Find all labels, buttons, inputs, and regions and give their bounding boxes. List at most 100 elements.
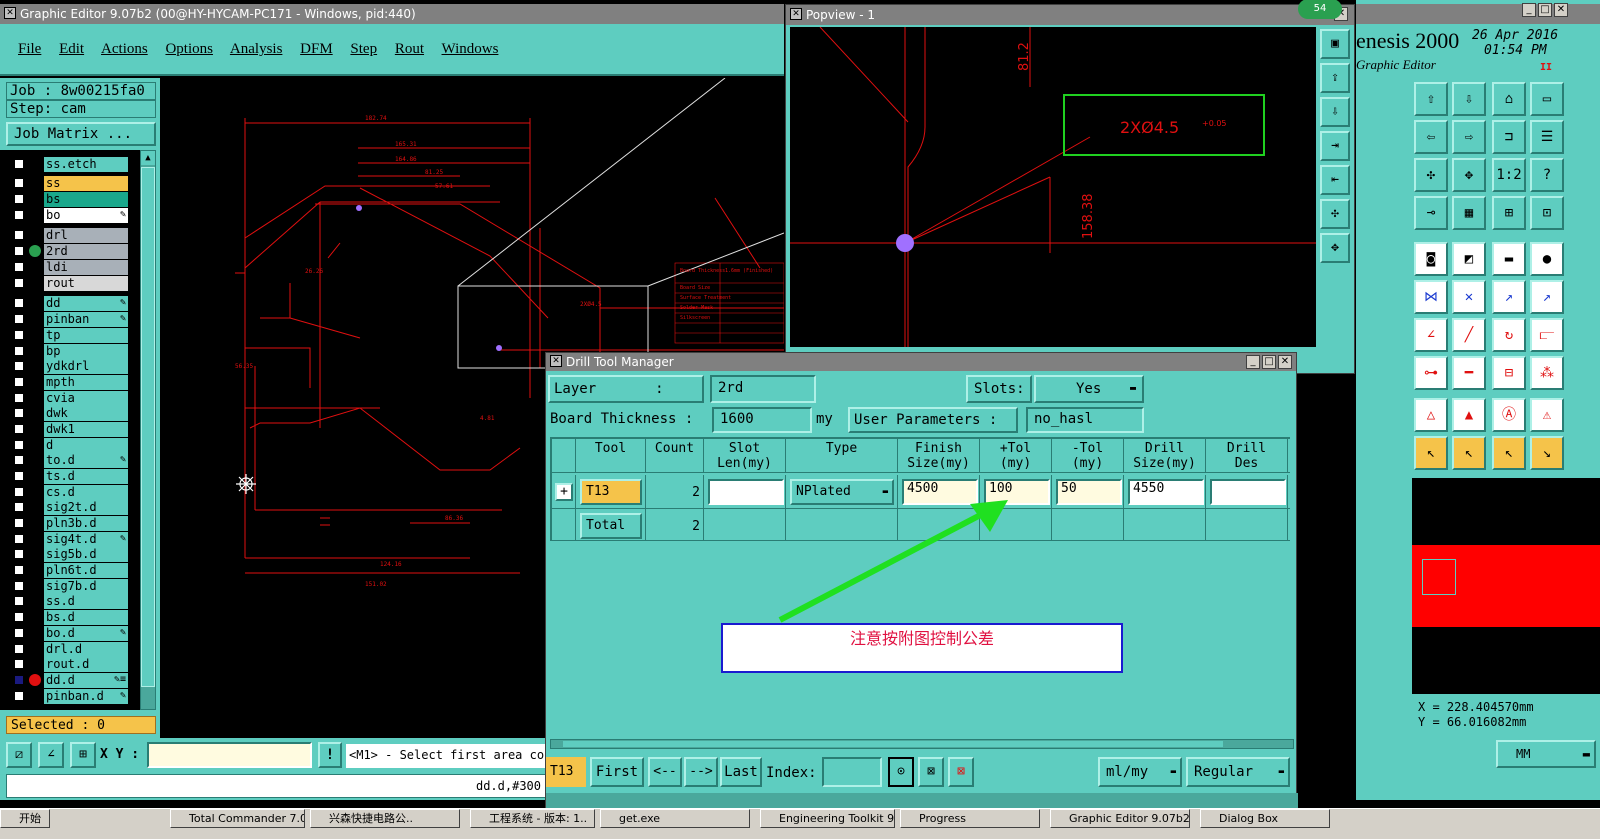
taskbar-item[interactable]: Progress [900,809,1040,828]
taskbar-item[interactable]: Engineering Toolkit 9.. [760,809,895,828]
layer-row[interactable]: ts.d [10,469,128,484]
minimize-button[interactable]: _ [1522,3,1536,17]
layer-checkbox[interactable] [14,502,24,512]
layer-checkbox[interactable] [14,581,24,591]
mini-map[interactable] [1412,545,1600,627]
taskbar-item[interactable]: Graphic Editor 9.07b2 [1050,809,1190,828]
upload-icon[interactable]: ⇪ [1320,63,1350,93]
zoom-fit-icon[interactable]: ✣ [1320,199,1350,229]
index-input[interactable] [822,757,882,787]
expand-icon[interactable]: + [555,483,573,501]
layer-row[interactable]: dd ✎ [10,296,128,311]
menu-options[interactable]: Options [165,41,213,57]
connect-icon[interactable]: ⊶ [1414,356,1448,390]
measure-icon[interactable]: ⊸ [1414,196,1448,230]
right-arrow-icon[interactable]: ⇨ [1452,120,1486,154]
pan-icon[interactable]: ✥ [1452,158,1486,192]
layer-checkbox[interactable] [14,565,24,575]
dtm-hscrollbar[interactable] [550,739,1294,749]
zoom-axis-icon[interactable]: ∠ [38,742,64,768]
layer-row[interactable]: pln3b.d [10,516,128,531]
zoom-box-icon[interactable]: ⧄ [6,742,32,768]
layer-field-value[interactable]: 2rd [710,375,816,403]
layer-checkbox[interactable] [14,408,24,418]
layer-checkbox[interactable] [14,612,24,622]
layer-row[interactable]: ss [10,176,128,191]
pause-icon[interactable]: II [1540,62,1552,73]
circle-icon[interactable]: ● [1530,242,1564,276]
scale-icon[interactable]: 1:2 [1492,158,1526,192]
layer-scrollbar[interactable]: ▲ [140,150,156,710]
next-button[interactable]: --> [684,757,718,787]
pair-icon[interactable]: ⫍ [1530,318,1564,352]
line-icon[interactable]: ╱ [1452,318,1486,352]
list-icon[interactable]: ☰ [1530,120,1564,154]
layer-row[interactable]: 2rd [10,244,128,259]
home-icon[interactable]: ⌂ [1492,82,1526,116]
taskbar-item[interactable]: 兴森快捷电路公.. [310,809,460,828]
layer-checkbox[interactable] [14,159,24,169]
layer-checkbox[interactable] [14,675,24,685]
layer-checkbox[interactable] [14,314,24,324]
select-node-icon[interactable]: ↘ [1530,436,1564,470]
layer-row[interactable]: cvia [10,391,128,406]
layer-checkbox[interactable] [14,455,24,465]
layers-icon[interactable]: ⊞ [1492,196,1526,230]
layer-checkbox[interactable] [14,487,24,497]
cross-icon[interactable]: ✕ [1452,280,1486,314]
layer-row[interactable]: bs [10,192,128,207]
arrow-node-icon[interactable]: ↗ [1492,280,1526,314]
pad-icon[interactable]: ◙ [1414,242,1448,276]
close-button[interactable]: ✕ [1554,3,1568,17]
node-icon[interactable]: ⋈ [1414,280,1448,314]
tool-cell[interactable]: T13 [580,479,642,505]
grid-icon[interactable]: ▦ [1452,196,1486,230]
thickness-input[interactable]: 1600 [712,407,812,433]
hscroll-thumb[interactable] [563,741,1223,747]
layer-checkbox[interactable] [14,194,24,204]
layer-checkbox[interactable] [14,471,24,481]
layer-checkbox[interactable] [14,424,24,434]
layer-row[interactable]: pln6t.d [10,563,128,578]
layer-checkbox[interactable] [14,230,24,240]
menu-rout[interactable]: Rout [395,41,424,57]
dtm-maximize-button[interactable]: □ [1262,355,1276,369]
shape-b-icon[interactable]: ▲ [1452,398,1486,432]
scroll-thumb[interactable] [141,167,155,687]
xy-input[interactable] [147,742,312,768]
menu-actions[interactable]: Actions [101,41,148,57]
left-arrow-icon[interactable]: ⇦ [1414,120,1448,154]
layer-checkbox[interactable] [14,377,24,387]
layer-row[interactable]: dwk [10,406,128,421]
layer-row[interactable]: bo.d ✎ [10,626,128,641]
mode-select[interactable]: Regular ▬ [1186,757,1290,787]
menu-dfm[interactable]: DFM [300,41,333,57]
taskbar-item[interactable]: 开始 [0,809,50,828]
layer-checkbox[interactable] [14,246,24,256]
shape-d-icon[interactable]: ⚠ [1530,398,1564,432]
layer-row[interactable]: rout [10,276,128,291]
layer-checkbox[interactable] [14,534,24,544]
popview-canvas[interactable]: 2XØ4.5 +0.05 81.2 158.38 [790,27,1316,347]
layer-row[interactable]: bs.d [10,610,128,625]
layer-checkbox[interactable] [14,440,24,450]
layer-checkbox[interactable] [14,298,24,308]
frame-icon[interactable]: ▭ [1530,82,1564,116]
first-button[interactable]: First [590,757,644,787]
layer-row[interactable]: d [10,438,128,453]
import-icon[interactable]: ⇥ [1320,131,1350,161]
arrow-out-icon[interactable]: ↗ [1530,280,1564,314]
layer-row[interactable]: sig7b.d [10,579,128,594]
window-icon[interactable]: ▣ [1320,29,1350,59]
layer-row[interactable]: ldi [10,260,128,275]
dtm-close-button[interactable]: ✕ [1278,355,1292,369]
help-icon[interactable]: ? [1530,158,1564,192]
minus-tol-input[interactable]: 50 [1056,479,1122,505]
layer-checkbox[interactable] [14,644,24,654]
taskbar-item[interactable]: 工程系统 - 版本: 1.. [470,809,595,828]
layer-checkbox[interactable] [14,262,24,272]
down-arrow-icon[interactable]: ⇩ [1452,82,1486,116]
menu-analysis[interactable]: Analysis [230,41,283,57]
layer-row[interactable]: drl.d [10,642,128,657]
layer-row[interactable]: rout.d [10,657,128,672]
